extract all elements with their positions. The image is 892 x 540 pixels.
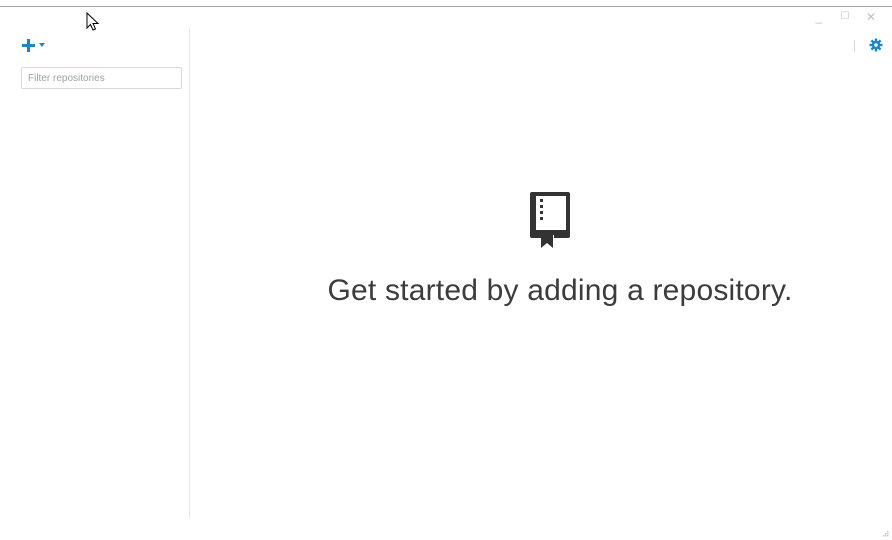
app-window: _ ☐ ✕ Filter repositories Get started by…: [0, 0, 892, 540]
gear-icon: [869, 38, 883, 52]
plus-icon: [22, 38, 35, 52]
maximize-icon: ☐: [840, 11, 850, 22]
blank-slate: Get started by adding a repository.: [191, 190, 892, 320]
window-top-border: [0, 6, 892, 7]
repository-sidebar: [0, 28, 190, 518]
resize-grip-icon[interactable]: [883, 531, 889, 537]
close-icon: ✕: [865, 10, 877, 24]
caret-down-icon: [39, 43, 45, 47]
add-repository-button[interactable]: [22, 37, 46, 53]
repo-book-icon: [530, 192, 570, 248]
window-controls: _ ☐ ✕: [806, 10, 884, 24]
filter-repositories-input[interactable]: [21, 67, 182, 89]
close-button[interactable]: ✕: [858, 10, 884, 24]
mouse-cursor-icon: [86, 12, 100, 31]
minimize-icon: _: [815, 10, 823, 24]
settings-button[interactable]: [869, 38, 883, 52]
toolbar-separator: [854, 40, 855, 52]
blank-slate-message: Get started by adding a repository.: [327, 274, 793, 307]
minimize-button[interactable]: _: [806, 10, 832, 24]
maximize-button[interactable]: ☐: [832, 10, 858, 24]
